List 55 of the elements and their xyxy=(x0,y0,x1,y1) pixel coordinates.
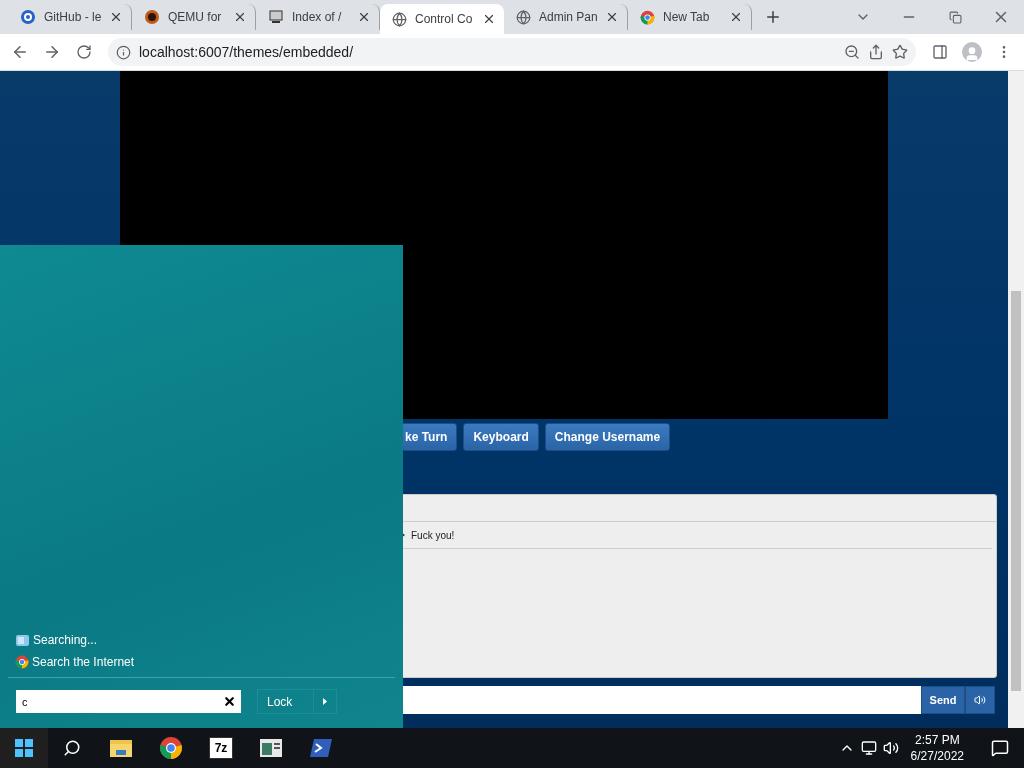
qemu-logo-icon xyxy=(144,9,160,25)
browser-tab[interactable]: GitHub - le xyxy=(8,4,132,30)
new-tab-icon[interactable] xyxy=(764,8,782,26)
page-button[interactable]: Keyboard xyxy=(463,423,539,451)
window-app-icon[interactable] xyxy=(259,738,283,758)
address-bar[interactable]: localhost:6007/themes/embedded/ xyxy=(108,38,916,66)
speaker-icon xyxy=(974,694,986,706)
scrollbar[interactable] xyxy=(1008,71,1024,728)
globe-icon xyxy=(516,9,531,25)
close-icon[interactable] xyxy=(109,10,123,24)
chrome-logo-icon xyxy=(15,655,29,669)
notifications-icon[interactable] xyxy=(991,739,1009,757)
close-icon[interactable] xyxy=(605,10,619,24)
globe-icon xyxy=(392,11,407,27)
side-panel-icon[interactable] xyxy=(932,44,948,60)
github-logo-icon xyxy=(20,9,36,25)
send-button[interactable]: Send xyxy=(921,686,965,714)
back-icon[interactable] xyxy=(11,43,29,61)
reload-icon[interactable] xyxy=(76,44,92,60)
chat-input[interactable] xyxy=(403,686,921,714)
restore-icon[interactable] xyxy=(948,10,962,24)
volume-icon[interactable] xyxy=(882,740,899,756)
computer-icon xyxy=(268,9,284,25)
browser-tab[interactable]: New Tab xyxy=(628,4,752,30)
terminal-icon[interactable] xyxy=(309,738,333,758)
forward-icon[interactable] xyxy=(43,43,61,61)
zoom-out-icon[interactable] xyxy=(844,44,860,60)
close-icon[interactable] xyxy=(357,10,371,24)
search-result[interactable]: Searching... xyxy=(0,629,403,651)
browser-tab[interactable]: QEMU for xyxy=(132,4,256,30)
browser-tab[interactable]: Index of / xyxy=(256,4,380,30)
windows-logo-icon[interactable] xyxy=(15,739,33,757)
share-icon[interactable] xyxy=(868,44,884,60)
voice-button[interactable] xyxy=(965,686,995,714)
close-icon[interactable] xyxy=(482,12,496,26)
search-result[interactable]: Search the Internet xyxy=(0,651,403,673)
lock-button[interactable]: Lock xyxy=(257,689,337,714)
page-button[interactable]: Change Username xyxy=(544,423,671,451)
bookmark-star-icon[interactable] xyxy=(892,44,908,60)
browser-tab[interactable]: Control Co xyxy=(380,4,504,34)
folder-icon[interactable] xyxy=(109,738,133,758)
close-icon[interactable] xyxy=(233,10,247,24)
clock[interactable]: 2:57 PM 6/27/2022 xyxy=(910,732,964,764)
network-icon[interactable] xyxy=(860,740,877,756)
chat-message: Fuck you! xyxy=(411,529,455,541)
browser-tab[interactable]: Admin Pan xyxy=(504,4,628,30)
search-icon[interactable] xyxy=(63,739,81,757)
chrome-logo-icon xyxy=(159,736,183,760)
chrome-logo-icon xyxy=(640,9,655,25)
close-icon[interactable] xyxy=(729,10,743,24)
search-field[interactable]: c xyxy=(16,690,217,713)
archive-app-icon[interactable]: 7z xyxy=(209,737,233,759)
info-icon[interactable] xyxy=(116,44,131,60)
clear-icon[interactable] xyxy=(222,695,236,708)
folder-search-icon xyxy=(15,632,30,648)
